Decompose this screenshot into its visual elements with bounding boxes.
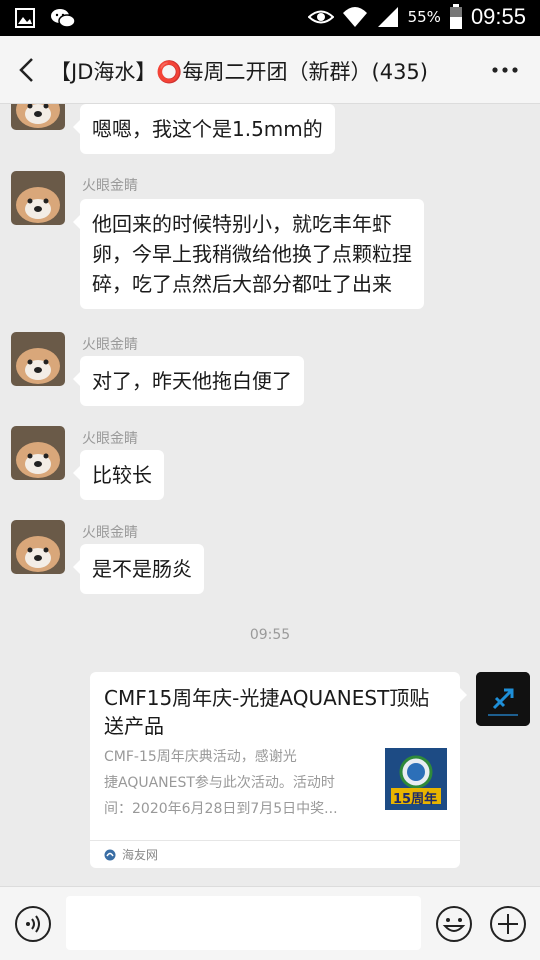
avatar[interactable] xyxy=(11,171,65,225)
message-text-line: 碎，吃了点然后大部分都吐了出来 xyxy=(92,272,392,296)
message-bubble[interactable]: 对了，昨天他拖白便了 xyxy=(73,356,304,406)
message-bubble[interactable]: 他回来的时候特别小，就吃丰年虾 卵，今早上我稍微给他换了点颗粒捏 碎，吃了点然后… xyxy=(73,199,424,309)
sender-name: 火眼金睛 xyxy=(82,525,138,541)
message-bubble[interactable]: 嗯嗯，我这个是1.5mm的 xyxy=(73,104,335,154)
wechat-icon xyxy=(51,9,76,28)
gallery-icon xyxy=(15,8,35,28)
link-card-title: CMF15周年庆-光捷AQUANEST顶贴送产品 xyxy=(104,686,430,738)
link-card-thumb-text: 15周年 xyxy=(393,792,438,807)
dog-avatar-icon xyxy=(11,104,65,130)
sender-name: 火眼金睛 xyxy=(82,431,138,447)
emoji-icon[interactable] xyxy=(435,905,473,943)
message-text: 比较长 xyxy=(92,463,152,487)
avatar[interactable] xyxy=(11,426,65,480)
avatar[interactable] xyxy=(11,332,65,386)
status-bar: 55% 09:55 xyxy=(0,0,540,36)
chat-title: 【JD海水】⭕每周二开团（新群）(435) xyxy=(50,60,428,84)
sender-name: 火眼金睛 xyxy=(82,337,138,353)
link-card-thumbnail: 15周年 xyxy=(385,748,447,810)
link-card[interactable]: CMF15周年庆-光捷AQUANEST顶贴送产品 CMF-15周年庆典活动，感谢… xyxy=(90,672,467,868)
source-logo-icon xyxy=(104,849,116,860)
message-text: 嗯嗯，我这个是1.5mm的 xyxy=(92,117,323,141)
status-time: 09:55 xyxy=(470,4,526,29)
wifi-icon xyxy=(342,7,367,27)
dog-avatar-icon xyxy=(11,520,65,574)
message-bubble[interactable]: 是不是肠炎 xyxy=(73,544,204,594)
dog-avatar-icon xyxy=(11,332,65,386)
message-text-line: 他回来的时候特别小，就吃丰年虾 xyxy=(92,212,392,236)
battery-icon xyxy=(449,4,462,29)
message-text-line: 卵，今早上我稍微给他换了点颗粒捏 xyxy=(92,242,412,266)
eye-icon xyxy=(307,10,334,24)
archer-logo-icon xyxy=(476,672,530,726)
more-dots-icon[interactable] xyxy=(490,60,520,80)
avatar[interactable] xyxy=(11,520,65,574)
message-timestamp: 09:55 xyxy=(249,627,291,643)
message-text: 对了，昨天他拖白便了 xyxy=(92,369,292,393)
battery-percent: 55% xyxy=(407,8,441,26)
link-card-desc-line: CMF-15周年庆典活动，感谢光 xyxy=(104,749,297,765)
signal-icon xyxy=(377,7,398,27)
my-avatar[interactable] xyxy=(476,672,530,726)
plus-icon[interactable] xyxy=(489,905,527,943)
message-text: 是不是肠炎 xyxy=(92,557,192,581)
link-card-desc-line: 间：2020年6月28日到7月5日中奖... xyxy=(104,801,338,817)
avatar[interactable] xyxy=(11,104,65,130)
chevron-left-icon[interactable] xyxy=(14,56,42,84)
sender-name: 火眼金睛 xyxy=(82,178,138,194)
link-card-description: CMF-15周年庆典活动，感谢光 捷AQUANEST参与此次活动。活动时 间：2… xyxy=(104,744,359,822)
chat-area[interactable]: 嗯嗯，我这个是1.5mm的 火眼金睛 他回来的时候特别小，就吃丰年虾 卵，今早上… xyxy=(0,104,540,886)
dog-avatar-icon xyxy=(11,426,65,480)
title-bar: 【JD海水】⭕每周二开团（新群）(435) xyxy=(0,36,540,104)
link-card-source: 海友网 xyxy=(122,848,159,862)
voice-icon[interactable] xyxy=(14,905,52,943)
dog-avatar-icon xyxy=(11,171,65,225)
message-input[interactable] xyxy=(66,896,421,950)
link-card-footer: 海友网 xyxy=(90,840,460,868)
input-bar xyxy=(0,886,540,960)
message-bubble[interactable]: 比较长 xyxy=(73,450,164,500)
link-card-desc-line: 捷AQUANEST参与此次活动。活动时 xyxy=(104,775,335,791)
